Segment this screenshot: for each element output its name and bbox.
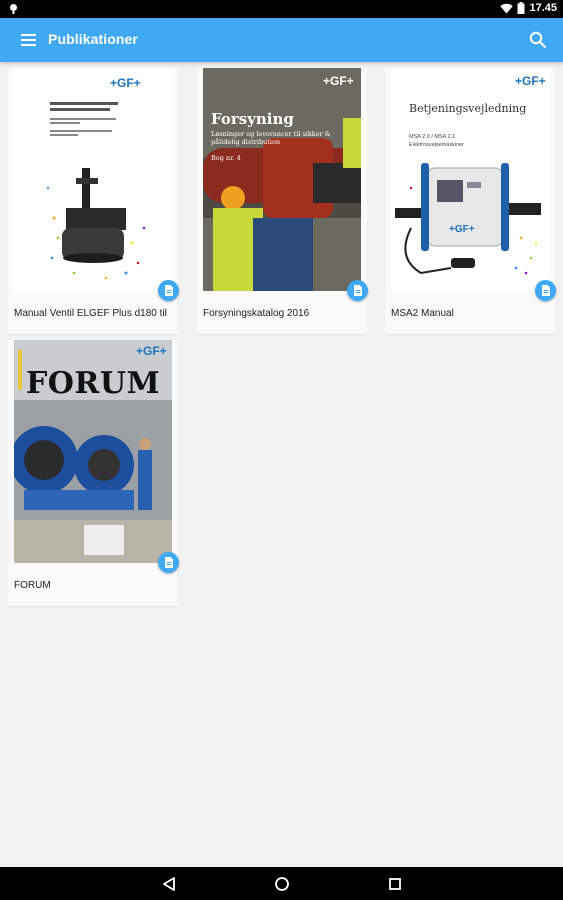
navigation-bar (0, 867, 563, 900)
publication-title: Manual Ventil ELGEF Plus d180 til (14, 308, 167, 319)
notification-icon (10, 4, 17, 14)
document-icon (158, 280, 179, 301)
publication-title: MSA2 Manual (391, 308, 454, 319)
publication-card[interactable]: +GF+ Betjeningsvejledning MSA 2.0 / MSA … (385, 68, 556, 334)
publication-cover: +GF+ Betjeningsvejledning MSA 2.0 / MSA … (391, 68, 549, 291)
status-time: 17.45 (529, 2, 557, 14)
valve-illustration (46, 168, 146, 280)
document-icon (347, 280, 368, 301)
menu-icon[interactable] (21, 33, 36, 47)
battery-icon (517, 2, 525, 14)
app-bar: Publikationer (0, 18, 563, 62)
machine-illustration (395, 163, 541, 275)
cover-subtitle: Løsninger og leverancer til sikker & pål… (211, 130, 331, 146)
cover-extra: Bog nr. 4 (211, 154, 241, 162)
search-icon[interactable] (529, 31, 547, 49)
publication-cover: +GF+ Forsyning Løsninger og leverancer t… (203, 68, 361, 291)
status-bar: 17.45 (0, 0, 563, 18)
publication-card[interactable]: +GF+ FORUM FORUM (8, 340, 179, 606)
gf-logo: +GF+ (323, 74, 354, 88)
publication-card[interactable]: +GF+ Forsyning Løsninger og leverancer t… (197, 68, 368, 334)
recents-icon[interactable] (386, 875, 404, 893)
cover-title: Forsyning (211, 110, 294, 128)
wifi-icon (500, 3, 514, 13)
home-icon[interactable] (273, 875, 291, 893)
publication-card[interactable]: +GF+ Manual Ventil ELGEF Plus d180 til (8, 68, 179, 334)
gf-logo: +GF+ (136, 344, 167, 358)
cover-title: FORUM (26, 366, 161, 401)
document-icon (158, 552, 179, 573)
publication-title: Forsyningskatalog 2016 (203, 308, 310, 319)
page-title: Publikationer (48, 31, 138, 47)
back-icon[interactable] (160, 875, 178, 893)
publication-cover: +GF+ (14, 68, 172, 291)
publication-title: FORUM (14, 580, 51, 591)
cover-photo (203, 68, 361, 291)
document-icon (535, 280, 556, 301)
device-logo: +GF+ (449, 224, 475, 235)
publication-cover: +GF+ FORUM (14, 340, 172, 563)
